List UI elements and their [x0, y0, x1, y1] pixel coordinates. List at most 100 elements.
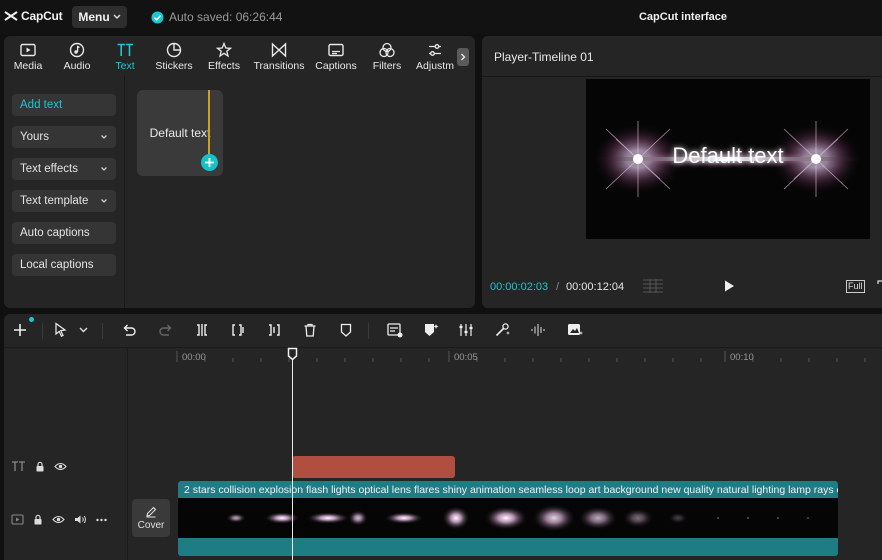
speaker-icon[interactable]	[74, 514, 87, 525]
tab-text[interactable]: Text	[112, 36, 138, 76]
autosave-status: Auto saved: 06:26:44	[151, 10, 282, 24]
delete-right-button[interactable]	[266, 322, 282, 338]
materials-panel: Media Audio Text Stickers Effects Transi…	[4, 36, 475, 308]
undo-button[interactable]	[121, 322, 137, 338]
text-card-label: Default text	[149, 126, 211, 140]
tabs-scroll-right-button[interactable]	[457, 48, 469, 66]
toolbar-divider	[368, 323, 369, 339]
add-track-button[interactable]	[12, 322, 28, 338]
redo-icon	[159, 324, 172, 336]
tab-label: Captions	[315, 60, 357, 72]
tab-adjust[interactable]: Adjustm	[414, 36, 456, 76]
sidebar-item-yours[interactable]: Yours	[12, 126, 116, 148]
menu-button[interactable]: Menu	[72, 6, 127, 28]
text-icon	[117, 43, 133, 56]
fullscreen-icon[interactable]	[877, 280, 882, 292]
media-icon	[20, 43, 36, 57]
sidebar-item-text-effects[interactable]: Text effects	[12, 158, 116, 180]
select-tool-button[interactable]	[54, 322, 68, 338]
sidebar-item-label: Text effects	[20, 163, 78, 175]
autosave-text: Auto saved: 06:26:44	[169, 10, 283, 24]
tab-captions[interactable]: Captions	[313, 36, 359, 76]
tab-media[interactable]: Media	[12, 36, 44, 76]
app-title: CapCut interface	[638, 11, 728, 23]
sidebar-item-label: Auto captions	[20, 227, 90, 239]
tab-label: Media	[13, 60, 43, 72]
flare-filmstrip	[226, 504, 809, 532]
timeline-toolbar	[4, 314, 882, 348]
total-time: 00:00:12:04	[566, 281, 625, 293]
tab-label: Text	[115, 60, 135, 72]
video-track-icon	[11, 514, 24, 525]
text-side-nav: Add text Yours Text effects Text templat…	[4, 76, 125, 308]
playhead-handle[interactable]	[287, 347, 298, 361]
remove-background-button[interactable]	[386, 322, 404, 338]
select-mode-dropdown[interactable]	[79, 327, 88, 333]
video-preview[interactable]: Default text	[586, 79, 870, 239]
eye-icon[interactable]	[52, 515, 65, 524]
chevron-down-icon	[101, 199, 107, 203]
marker-button[interactable]	[338, 322, 354, 338]
preview-text-overlay[interactable]: Default text	[586, 143, 870, 169]
tab-label: Effects	[208, 60, 240, 72]
player-divider	[482, 76, 882, 77]
ruler-ticks	[176, 351, 866, 362]
delete-button[interactable]	[302, 322, 318, 338]
play-button[interactable]	[722, 279, 736, 293]
toolbar-divider	[102, 323, 103, 339]
audio-waveform-button[interactable]	[530, 322, 546, 338]
adjustments-button[interactable]	[458, 322, 474, 338]
new-indicator-dot	[29, 317, 34, 322]
time-ruler[interactable]: 00:00 00:05 00:10	[128, 348, 882, 368]
ruler-label-5: 00:05	[454, 352, 478, 363]
lock-icon[interactable]	[35, 461, 45, 472]
lock-icon[interactable]	[33, 514, 43, 525]
sidebar-item-label: Text template	[20, 195, 89, 207]
cutout-icon	[387, 323, 403, 338]
undo-icon	[123, 324, 136, 336]
time-separator: /	[556, 281, 560, 293]
frame-grid-icon[interactable]	[642, 278, 664, 294]
logo-text: CapCut	[21, 9, 63, 23]
video-thumbnails	[178, 498, 838, 538]
split-button[interactable]	[194, 322, 210, 338]
effects-icon	[215, 42, 233, 58]
cover-button[interactable]: Cover	[132, 499, 170, 537]
tab-stickers[interactable]: Stickers	[154, 36, 194, 76]
sliders-icon	[459, 324, 473, 336]
video-clip[interactable]: 2 stars collision explosion flash lights…	[178, 481, 838, 556]
track-headers	[4, 348, 128, 560]
tab-effects[interactable]: Effects	[206, 36, 242, 76]
plus-icon	[14, 324, 26, 336]
ai-effect-button[interactable]	[422, 322, 440, 338]
eye-icon[interactable]	[54, 462, 67, 471]
sidebar-item-add-text[interactable]: Add text	[12, 94, 116, 116]
delete-left-button[interactable]	[230, 322, 246, 338]
captions-icon	[328, 43, 344, 57]
trash-icon	[304, 323, 316, 337]
full-quality-button[interactable]: Full	[846, 280, 865, 293]
sidebar-item-auto-captions[interactable]: Auto captions	[12, 222, 116, 244]
more-icon[interactable]	[96, 518, 107, 522]
tab-label: Stickers	[155, 60, 193, 72]
tab-audio[interactable]: Audio	[61, 36, 93, 76]
timeline-panel: 00:00 00:05 00:10 Cover 2 stars collisio…	[4, 314, 882, 560]
text-clip[interactable]	[292, 456, 455, 478]
tab-transitions[interactable]: Transitions	[251, 36, 307, 76]
stickers-icon	[166, 42, 182, 58]
tab-filters[interactable]: Filters	[369, 36, 405, 76]
capcut-logo-icon	[4, 11, 18, 21]
sidebar-item-text-template[interactable]: Text template	[12, 190, 116, 212]
sidebar-item-label: Add text	[20, 99, 63, 111]
add-to-timeline-button[interactable]	[201, 154, 218, 171]
sparkle-shield-icon	[425, 324, 439, 336]
chevron-down-icon	[113, 14, 121, 19]
category-tabs: Media Audio Text Stickers Effects Transi…	[4, 36, 475, 76]
current-time: 00:00:02:03	[490, 281, 549, 293]
tab-label: Transitions	[253, 60, 305, 72]
ai-edit-button[interactable]	[494, 322, 510, 338]
playhead-line[interactable]	[292, 354, 293, 560]
sidebar-item-local-captions[interactable]: Local captions	[12, 254, 116, 276]
auto-reframe-button[interactable]	[566, 322, 584, 338]
redo-button[interactable]	[158, 322, 174, 338]
